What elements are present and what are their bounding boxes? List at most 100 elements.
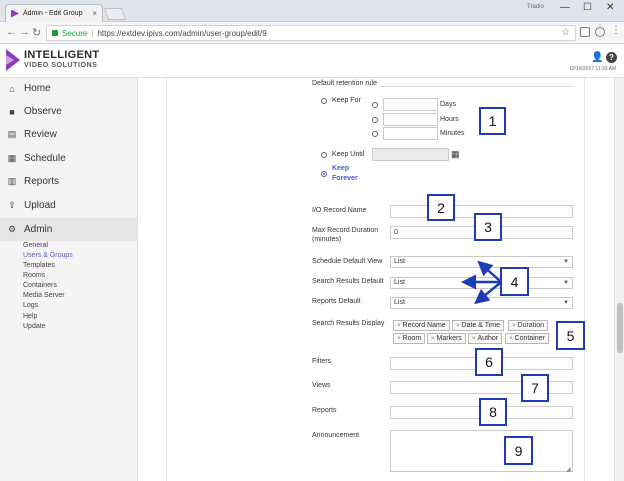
sidebar-subitem-containers[interactable]: Containers (23, 282, 57, 289)
select-value: List (394, 279, 405, 286)
sidebar-item-label: Upload (24, 200, 56, 211)
minutes-input[interactable] (383, 127, 438, 140)
sidebar-subitem-general[interactable]: General (23, 242, 48, 249)
select-value: List (394, 299, 405, 306)
tag-remove-icon[interactable]: × (456, 323, 460, 329)
tag-duration[interactable]: × Duration (508, 320, 548, 331)
brand-tagline: VIDEO SOLUTIONS (24, 62, 98, 69)
forward-icon[interactable]: → (19, 26, 30, 38)
announcement-textarea[interactable] (390, 430, 573, 472)
tag-remove-icon[interactable]: × (431, 336, 435, 342)
hours-label: Hours (440, 116, 459, 123)
days-input[interactable] (383, 98, 438, 111)
keep-for-label: Keep For (332, 97, 361, 104)
bookmark-star-icon[interactable]: ☆ (561, 27, 570, 38)
keep-until-label: Keep Until (332, 151, 365, 158)
browser-menu-icon[interactable]: ⋮ (611, 25, 621, 36)
keep-forever-radio[interactable] (321, 171, 327, 177)
sidebar-item-home[interactable]: ⌂ Home (0, 77, 138, 100)
tag-label: Markers (436, 335, 462, 342)
keep-forever-label-1: Keep (332, 165, 350, 172)
reports-default-select[interactable]: List ▼ (390, 297, 573, 309)
app-header: INTELLIGENT VIDEO SOLUTIONS 👤 ? (0, 44, 624, 78)
tab-title: Admin - Edit Group (23, 10, 83, 17)
tag-remove-icon[interactable]: × (472, 336, 476, 342)
sidebar-item-label: Home (24, 83, 51, 94)
retention-rule-title: Default retention rule (312, 80, 380, 87)
tag-author[interactable]: × Author (468, 333, 503, 344)
browser-tab[interactable]: Admin - Edit Group × (5, 4, 103, 22)
extension-circle-icon[interactable] (595, 27, 605, 37)
tag-remove-icon[interactable]: × (512, 323, 516, 329)
user-icon[interactable]: 👤 (591, 52, 603, 63)
new-tab-button[interactable] (103, 8, 127, 20)
tag-label: Room (402, 335, 422, 342)
minutes-radio[interactable] (372, 131, 378, 137)
tab-close-icon[interactable]: × (92, 9, 97, 18)
reload-icon[interactable]: ↻ (32, 26, 41, 39)
sidebar-item-review[interactable]: ▤ Review (0, 123, 138, 146)
tag-remove-icon[interactable]: × (397, 336, 401, 342)
url-text: https://extdev.ipivs.com/admin/user-grou… (97, 28, 267, 38)
keep-until-date-input[interactable] (372, 148, 449, 161)
minimize-icon[interactable]: — (560, 2, 570, 13)
maximize-icon[interactable]: ☐ (583, 2, 592, 13)
calendar-picker-icon[interactable]: ▦ (451, 149, 460, 160)
callout-9: 9 (504, 436, 533, 465)
hours-radio[interactable] (372, 117, 378, 123)
tag-room[interactable]: × Room (393, 333, 426, 344)
chevron-down-icon: ▼ (563, 280, 569, 286)
back-icon[interactable]: ← (6, 26, 17, 38)
keep-for-radio[interactable] (321, 98, 327, 104)
sidebar-item-observe[interactable]: ■ Observe (0, 100, 138, 123)
extension-icon[interactable] (580, 27, 590, 37)
sidebar-subitem-users-groups[interactable]: Users & Groups (23, 252, 73, 259)
tag-container[interactable]: × Container (505, 333, 549, 344)
schedule-default-view-select[interactable]: List ▼ (390, 256, 573, 268)
sidebar-item-admin[interactable]: ⚙ Admin (0, 218, 138, 241)
days-label: Days (440, 101, 456, 108)
video-camera-icon: ■ (9, 106, 15, 117)
sidebar-item-reports[interactable]: ▥ Reports (0, 170, 138, 193)
max-record-duration-unit: (minutes) (312, 236, 342, 243)
sidebar-item-schedule[interactable]: ▦ Schedule (0, 147, 138, 170)
keep-forever-label-2: Forever (332, 175, 358, 182)
callout-5: 5 (556, 321, 585, 350)
search-results-display-tags[interactable]: × Record Name × Date & Time × Duration ×… (390, 318, 579, 346)
scrollbar-thumb[interactable] (617, 303, 623, 353)
search-results-display-label: Search Results Display (312, 320, 385, 327)
page-scrollbar[interactable] (614, 78, 624, 481)
tag-label: Date & Time (461, 322, 501, 329)
sidebar-subitem-templates[interactable]: Templates (23, 262, 55, 269)
days-radio[interactable] (372, 102, 378, 108)
brand-logo-icon (6, 49, 20, 71)
tag-label: Author (477, 335, 499, 342)
tag-record-name[interactable]: × Record Name (393, 320, 450, 331)
sidebar-subitem-logs[interactable]: Logs (23, 302, 38, 309)
address-bar[interactable]: Secure | https://extdev.ipivs.com/admin/… (46, 25, 576, 41)
tag-markers[interactable]: × Markers (427, 333, 466, 344)
window-close-icon[interactable]: ✕ (606, 2, 614, 13)
browser-tab-strip: Admin - Edit Group × Tradio — ☐ ✕ (0, 0, 624, 22)
chevron-down-icon: ▼ (563, 259, 569, 265)
keep-until-radio[interactable] (321, 152, 327, 158)
hours-input[interactable] (383, 113, 438, 126)
sidebar-subitem-media-server[interactable]: Media Server (23, 292, 65, 299)
resize-grip-icon[interactable]: ◢ (566, 466, 571, 473)
tag-remove-icon[interactable]: × (397, 323, 401, 329)
callout-7: 7 (521, 374, 549, 402)
callout-1: 1 (479, 107, 506, 135)
help-icon[interactable]: ? (606, 52, 617, 63)
sidebar-subitem-rooms[interactable]: Rooms (23, 272, 45, 279)
views-label: Views (312, 382, 331, 389)
tag-remove-icon[interactable]: × (509, 336, 513, 342)
search-results-default-select[interactable]: List ▼ (390, 277, 573, 289)
schedule-default-view-label: Schedule Default View (312, 258, 383, 265)
upload-icon: ⇪ (8, 200, 16, 210)
sidebar-subitem-update[interactable]: Update (23, 323, 46, 330)
tag-label: Container (514, 335, 545, 342)
sidebar-item-upload[interactable]: ⇪ Upload (0, 194, 138, 217)
tag-date-time[interactable]: × Date & Time (452, 320, 505, 331)
sidebar-subitem-help[interactable]: Help (23, 313, 37, 320)
secure-label: Secure (62, 28, 88, 38)
